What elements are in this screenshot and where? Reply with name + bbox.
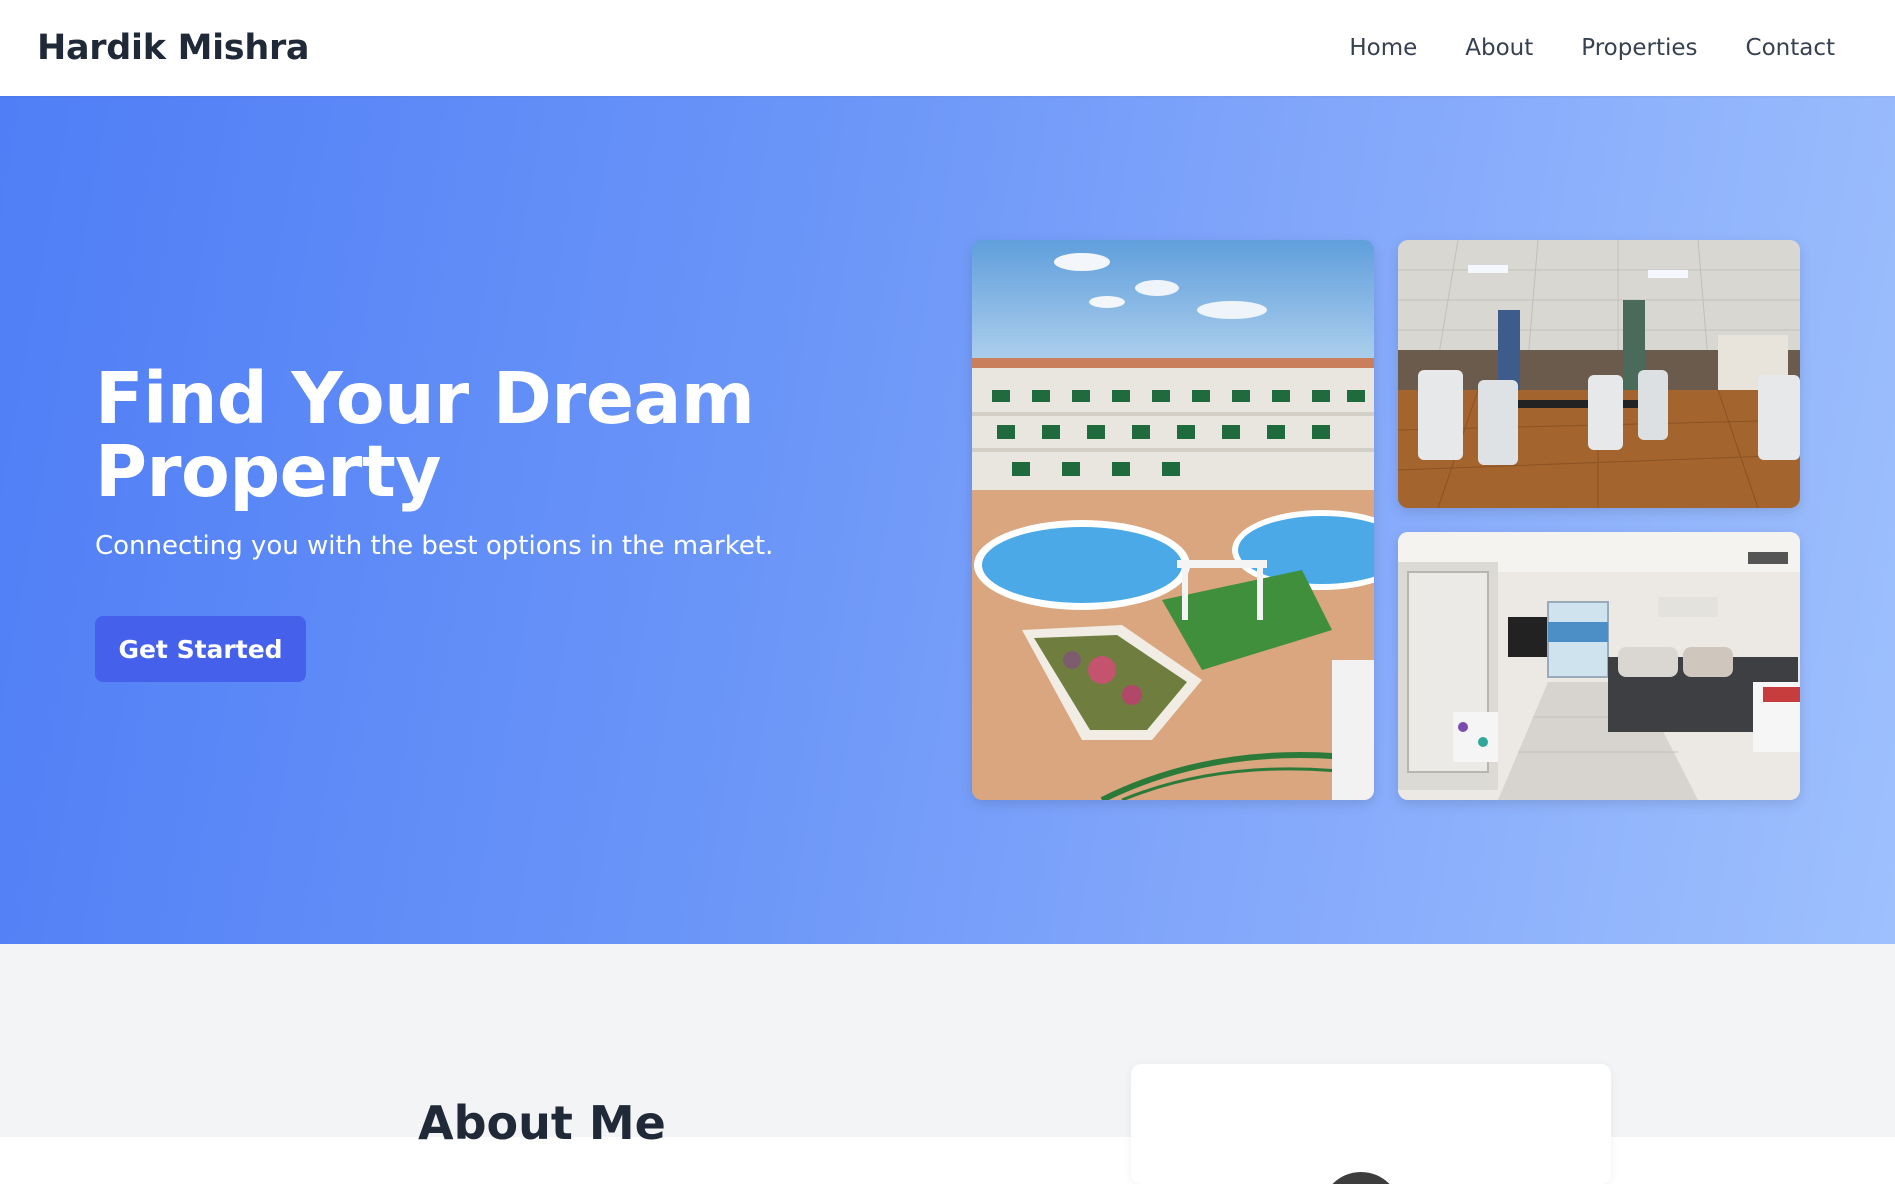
nav-properties-link[interactable]: Properties [1581,35,1697,61]
resort-pool-photo [972,240,1374,800]
hero-subtitle: Connecting you with the best options in … [95,531,774,561]
site-header: Hardik Mishra Home About Properties Cont… [0,0,1895,96]
hero-section: Find Your Dream Property Connecting you … [0,96,1895,944]
profile-image-placeholder [1321,1172,1401,1184]
about-title: About Me [418,1096,666,1150]
brand-logo[interactable]: Hardik Mishra [37,28,310,68]
about-section: About Me [0,944,1895,1184]
main-nav: Home About Properties Contact [1349,35,1835,61]
hero-title: Find Your Dream Property [95,357,755,513]
dining-room-photo [1398,240,1800,508]
about-profile-card [1131,1064,1611,1184]
nav-contact-link[interactable]: Contact [1746,35,1835,61]
get-started-button[interactable]: Get Started [95,616,306,682]
living-room-photo [1398,532,1800,800]
nav-home-link[interactable]: Home [1349,35,1417,61]
nav-about-link[interactable]: About [1465,35,1533,61]
